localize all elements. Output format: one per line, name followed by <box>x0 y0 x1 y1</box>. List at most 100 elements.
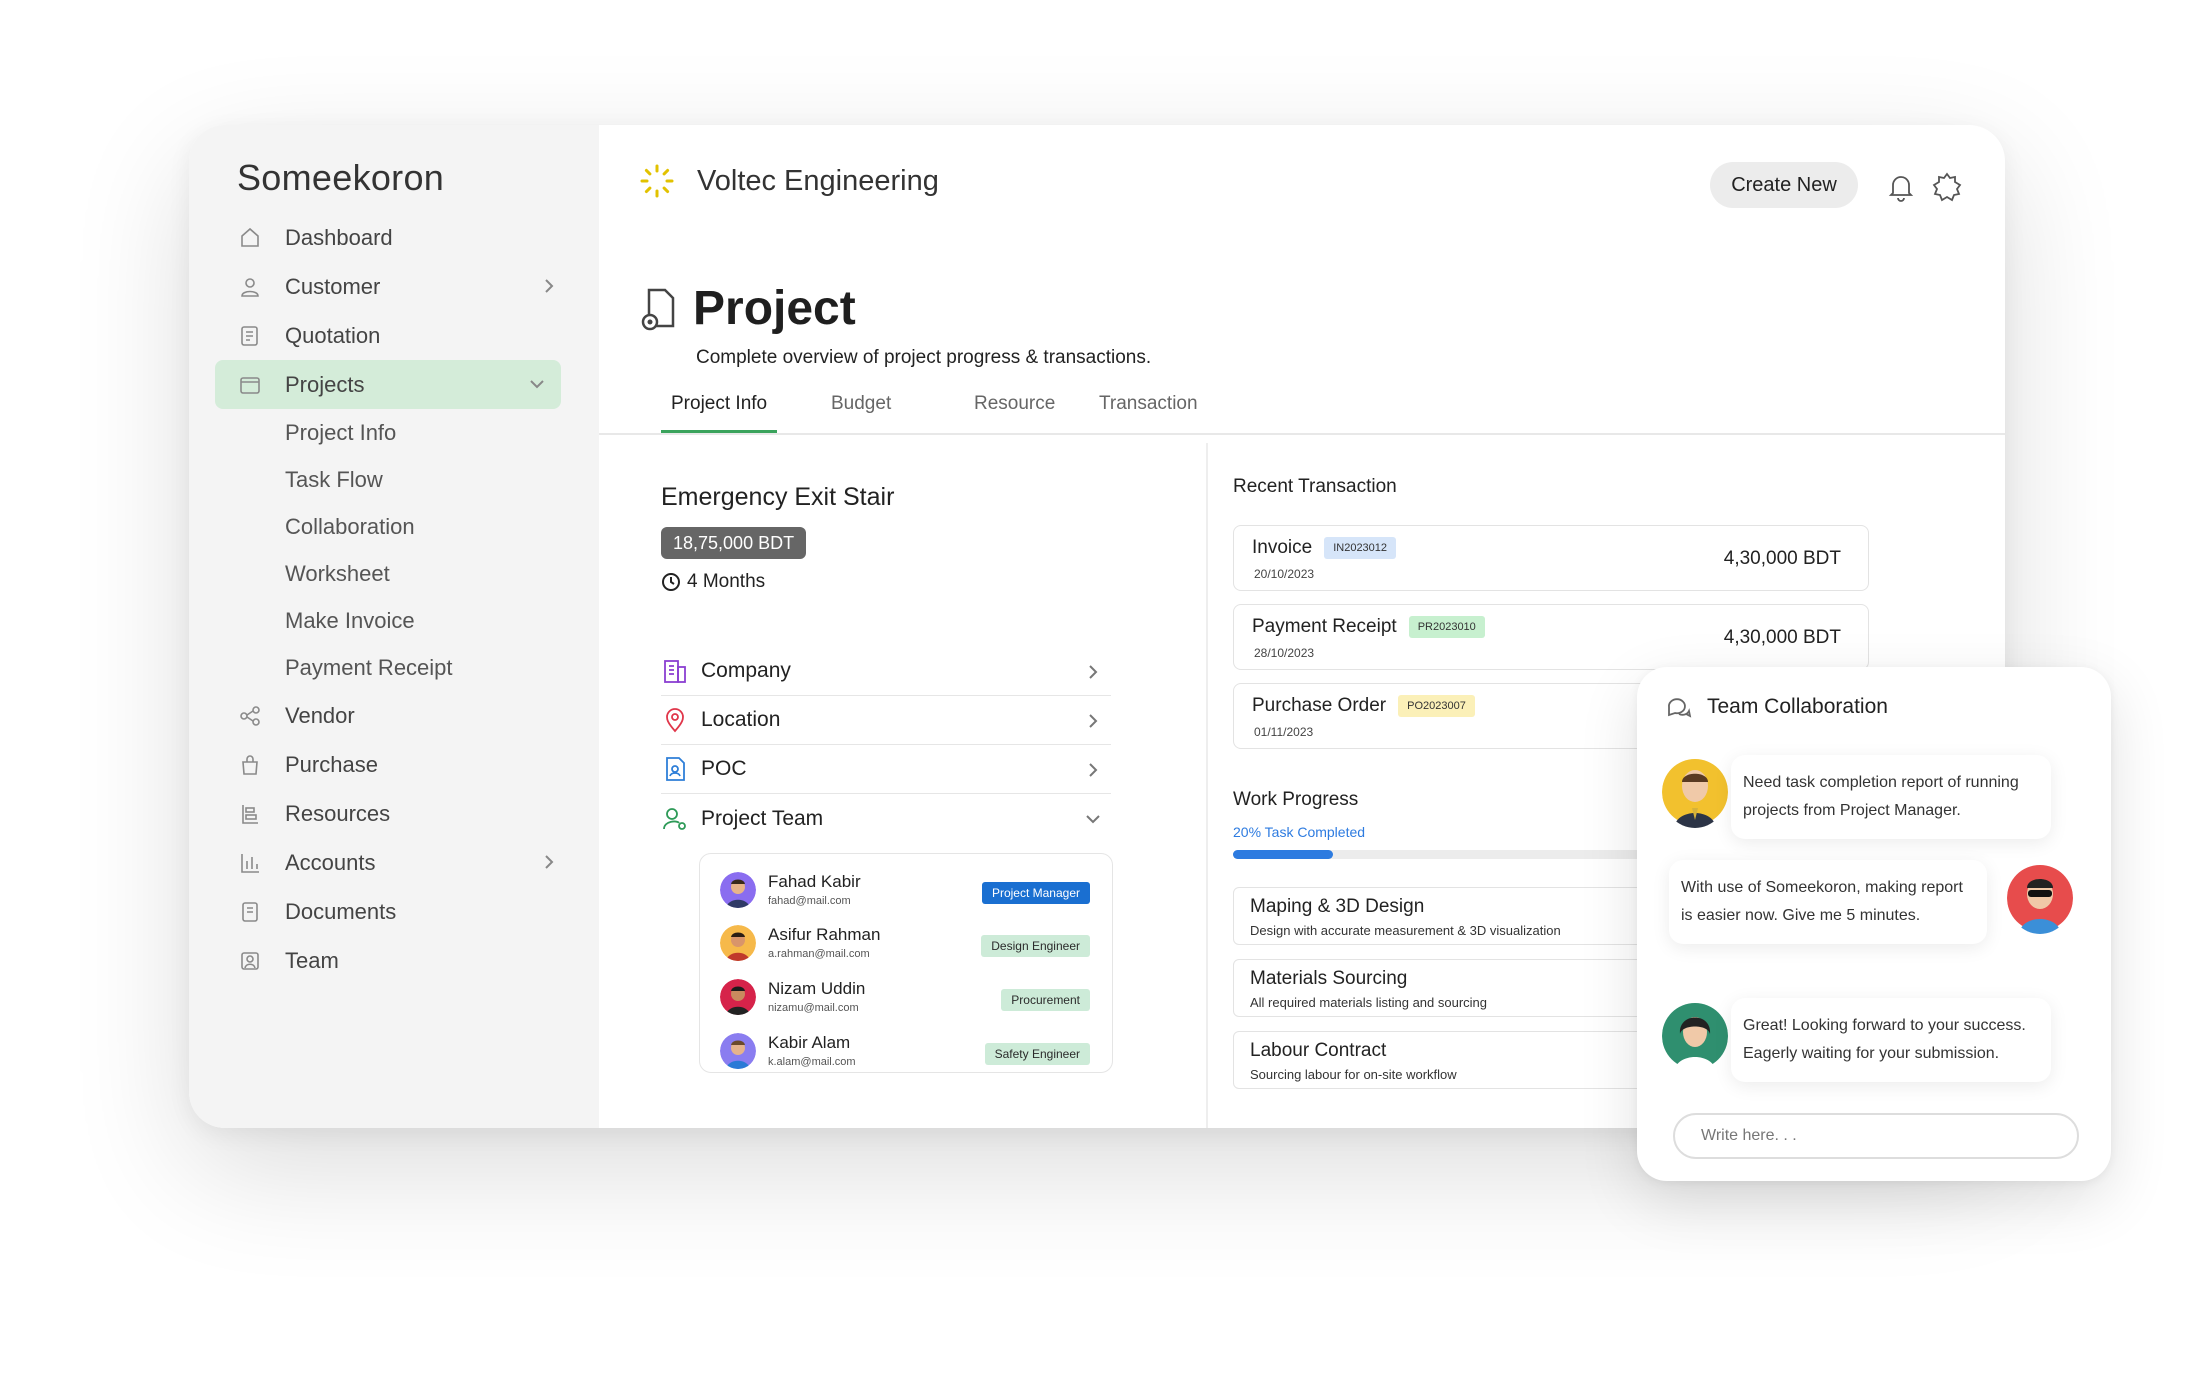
duration-label: 4 Months <box>687 571 766 592</box>
sidebar-nav: Dashboard Customer Quotation Projects Pr… <box>215 213 573 985</box>
project-info-list: Company Location POC Project Team <box>661 647 1111 843</box>
transaction-type: Payment Receipt <box>1252 616 1397 637</box>
sidebar-item-projects[interactable]: Projects <box>215 360 561 409</box>
chat-header: Team Collaboration <box>1665 693 1888 721</box>
transaction-item[interactable]: Invoice IN2023012 20/10/2023 4,30,000 BD… <box>1233 525 1869 591</box>
info-row-location[interactable]: Location <box>661 696 1111 745</box>
transaction-date: 28/10/2023 <box>1254 646 1315 660</box>
member-name: Kabir Alam <box>768 1033 851 1052</box>
location-pin-icon <box>661 706 689 734</box>
sidebar-item-dashboard[interactable]: Dashboard <box>227 213 573 262</box>
page-subtitle: Complete overview of project progress & … <box>696 347 1152 368</box>
work-item-title: Materials Sourcing <box>1250 968 1408 989</box>
building-icon <box>661 657 689 685</box>
budget-badge: 18,75,000 BDT <box>661 527 807 559</box>
project-file-icon <box>641 288 675 330</box>
chat-title: Team Collaboration <box>1707 695 1888 718</box>
contact-card-icon <box>661 755 689 783</box>
sidebar-item-label: Accounts <box>285 849 376 875</box>
sidebar-item-label: Documents <box>285 898 397 924</box>
member-email: fahad@mail.com <box>768 895 851 907</box>
home-icon <box>237 225 263 251</box>
project-duration: 4 Months <box>661 571 765 593</box>
avatar <box>720 979 756 1015</box>
resources-icon <box>237 801 263 827</box>
team-member[interactable]: Nizam Uddin nizamu@mail.com Procurement <box>720 969 1090 1019</box>
transaction-amount: 4,30,000 BDT <box>1723 548 1841 569</box>
sidebar-item-label: Team <box>285 947 339 973</box>
document-icon <box>237 899 263 925</box>
chat-message: Great! Looking forward to your success. … <box>1731 998 2051 1082</box>
sidebar-item-team[interactable]: Team <box>227 936 573 985</box>
team-member[interactable]: Asifur Rahman a.rahman@mail.com Design E… <box>720 915 1090 965</box>
tab-resource[interactable]: Resource <box>974 393 1055 433</box>
page-title: Project <box>693 282 856 335</box>
sidebar-item-quotation[interactable]: Quotation <box>227 311 573 360</box>
work-item-title: Maping & 3D Design <box>1250 896 1425 917</box>
chevron-right-icon <box>539 276 559 296</box>
project-team-card: Fahad Kabir fahad@mail.com Project Manag… <box>699 853 1113 1073</box>
share-icon <box>237 703 263 729</box>
chat-message: Need task completion report of running p… <box>1731 755 2051 839</box>
company-name: Voltec Engineering <box>697 164 939 197</box>
create-new-button[interactable]: Create New <box>1710 162 1858 208</box>
team-member[interactable]: Fahad Kabir fahad@mail.com Project Manag… <box>720 862 1090 912</box>
user-icon <box>237 274 263 300</box>
tab-transaction[interactable]: Transaction <box>1099 393 1198 433</box>
sidebar-item-resources[interactable]: Resources <box>227 789 573 838</box>
sidebar-subitem-worksheet[interactable]: Worksheet <box>227 550 573 597</box>
sidebar-item-label: Projects <box>285 371 365 397</box>
settings-icon[interactable] <box>1931 171 1963 203</box>
team-collaboration-panel: Team Collaboration Need task completion … <box>1637 667 2111 1181</box>
transaction-title: Purchase Order PO2023007 <box>1252 695 1475 717</box>
info-row-label: POC <box>701 757 747 780</box>
work-item-desc: Design with accurate measurement & 3D vi… <box>1250 923 1561 938</box>
transaction-title: Payment Receipt PR2023010 <box>1252 616 1485 638</box>
work-item-title: Labour Contract <box>1250 1040 1387 1061</box>
sidebar-item-purchase[interactable]: Purchase <box>227 740 573 789</box>
transaction-type: Purchase Order <box>1252 695 1387 716</box>
page-header: Project <box>639 281 856 336</box>
sidebar-item-documents[interactable]: Documents <box>227 887 573 936</box>
sidebar-item-customer[interactable]: Customer <box>227 262 573 311</box>
info-row-poc[interactable]: POC <box>661 745 1111 794</box>
work-progress-title: Work Progress <box>1233 789 1359 810</box>
sidebar-subitem-payment-receipt[interactable]: Payment Receipt <box>227 644 573 691</box>
project-name: Emergency Exit Stair <box>661 483 895 511</box>
tab-project-info[interactable]: Project Info <box>661 393 778 433</box>
member-name: Asifur Rahman <box>768 925 881 944</box>
info-row-company[interactable]: Company <box>661 647 1111 696</box>
tab-budget[interactable]: Budget <box>831 393 891 433</box>
sidebar-item-accounts[interactable]: Accounts <box>227 838 573 887</box>
sidebar-subitem-task-flow[interactable]: Task Flow <box>227 456 573 503</box>
sidebar-item-vendor[interactable]: Vendor <box>227 691 573 740</box>
sidebar-subitem-make-invoice[interactable]: Make Invoice <box>227 597 573 644</box>
company-header: Voltec Engineering <box>639 163 939 199</box>
role-badge: Procurement <box>1001 989 1090 1011</box>
chevron-right-icon <box>539 852 559 872</box>
work-item-desc: Sourcing labour for on-site workflow <box>1250 1067 1457 1082</box>
sidebar-item-label: Vendor <box>285 702 355 728</box>
transaction-item[interactable]: Payment Receipt PR2023010 28/10/2023 4,3… <box>1233 604 1869 670</box>
avatar <box>1662 759 1728 828</box>
member-name: Nizam Uddin <box>768 979 866 998</box>
info-row-project-team[interactable]: Project Team <box>661 794 1111 843</box>
info-row-label: Company <box>701 659 791 682</box>
chevron-right-icon <box>1083 662 1103 682</box>
avatar <box>1662 1003 1728 1072</box>
chevron-right-icon <box>1083 760 1103 780</box>
team-member[interactable]: Kabir Alam k.alam@mail.com Safety Engine… <box>720 1023 1090 1073</box>
recent-transaction-title: Recent Transaction <box>1233 476 1397 497</box>
sidebar-subitem-project-info[interactable]: Project Info <box>227 409 573 456</box>
folder-icon <box>237 372 263 398</box>
transaction-date: 01/11/2023 <box>1254 725 1314 739</box>
sidebar-subitem-collaboration[interactable]: Collaboration <box>227 503 573 550</box>
chat-input[interactable] <box>1673 1113 2079 1159</box>
avatar <box>720 1033 756 1069</box>
sidebar-item-label: Quotation <box>285 322 381 348</box>
transaction-code-badge: PR2023010 <box>1408 616 1485 638</box>
bell-icon[interactable] <box>1885 171 1917 203</box>
info-row-label: Project Team <box>701 806 824 830</box>
brand-logo: Someekoron <box>237 157 445 198</box>
sidebar-item-label: Purchase <box>285 751 378 777</box>
